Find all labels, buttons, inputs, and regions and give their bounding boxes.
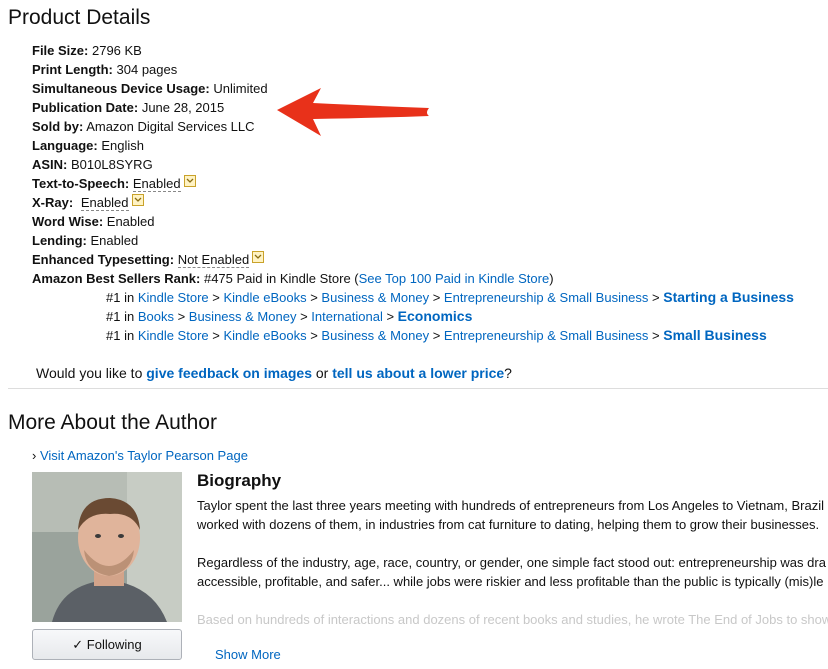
lower-price-link[interactable]: tell us about a lower price [332, 365, 504, 381]
checkmark-icon: ✓ [72, 637, 84, 652]
show-more-link[interactable]: Show More [215, 647, 281, 662]
rank-leaf-link[interactable]: Starting a Business [663, 289, 794, 305]
detail-label: Enhanced Typesetting: [32, 252, 175, 267]
chevron-right-icon: › [32, 448, 37, 463]
feedback-suffix: ? [504, 365, 512, 381]
chevron-down-icon[interactable] [252, 251, 265, 263]
detail-best-sellers-rank: Amazon Best Sellers Rank: #475 Paid in K… [32, 269, 794, 288]
detail-value: English [101, 138, 144, 153]
rank-category-link[interactable]: Business & Money [321, 290, 429, 305]
detail-value: B010L8SYRG [71, 157, 153, 172]
tts-value[interactable]: Enabled [132, 176, 181, 192]
rank-number: #1 [106, 309, 121, 324]
feedback-or: or [315, 365, 329, 381]
biography-heading: Biography [197, 471, 282, 490]
feedback-line: Would you like to give feedback on image… [36, 365, 512, 381]
red-arrow-annotation [277, 88, 429, 136]
rank-category-link[interactable]: Kindle Store [138, 328, 209, 343]
detail-label: File Size: [32, 43, 89, 58]
rank-row: #1 in Books > Business & Money > Interna… [106, 308, 473, 324]
detail-label: Lending: [32, 233, 87, 248]
feedback-prefix: Would you like to [36, 365, 143, 381]
detail-value: Unlimited [213, 81, 268, 96]
detail-lending: Lending: Enabled [32, 231, 794, 250]
detail-enhanced-typesetting: Enhanced Typesetting: Not Enabled [32, 250, 794, 269]
rank-category-link[interactable]: Kindle eBooks [223, 290, 306, 305]
detail-label: X-Ray: [32, 195, 74, 210]
rank-category-link[interactable]: International [311, 309, 383, 324]
rank-number: #1 [106, 328, 121, 343]
detail-print-length: Print Length: 304 pages [32, 60, 794, 79]
following-button[interactable]: ✓ Following [32, 629, 182, 660]
detail-label: Amazon Best Sellers Rank: [32, 271, 201, 286]
visit-author-link[interactable]: Visit Amazon's Taylor Pearson Page [40, 448, 248, 463]
detail-label: Sold by: [32, 119, 84, 134]
rank-category-link[interactable]: Books [138, 309, 174, 324]
biography-text: Taylor spent the last three years meetin… [197, 496, 828, 591]
detail-value: Amazon Digital Services LLC [86, 119, 255, 134]
detail-value: Enabled [90, 233, 139, 248]
detail-label: Language: [32, 138, 98, 153]
rank-row: #1 in Kindle Store > Kindle eBooks > Bus… [106, 289, 794, 305]
rank-number: #1 [106, 290, 121, 305]
detail-label: Print Length: [32, 62, 113, 77]
bio-line: accessible, profitable, and safer... whi… [197, 574, 824, 589]
detail-word-wise: Word Wise: Enabled [32, 212, 794, 231]
author-heading: More About the Author [8, 411, 217, 434]
typesetting-value[interactable]: Not Enabled [177, 252, 250, 268]
detail-label: Simultaneous Device Usage: [32, 81, 210, 96]
rank-row: #1 in Kindle Store > Kindle eBooks > Bus… [106, 327, 767, 343]
section-divider [8, 388, 828, 389]
close-paren: ) [549, 271, 554, 286]
detail-xray: X-Ray: Enabled [32, 193, 794, 212]
rank-category-link[interactable]: Entrepreneurship & Small Business [444, 328, 649, 343]
rank-category-link[interactable]: Business & Money [321, 328, 429, 343]
following-label: Following [86, 637, 142, 652]
rank-category-link[interactable]: Kindle eBooks [223, 328, 306, 343]
detail-asin: ASIN: B010L8SYRG [32, 155, 794, 174]
detail-label: Text-to-Speech: [32, 176, 130, 191]
detail-value: 304 pages [116, 62, 178, 77]
bio-line: worked with dozens of them, in industrie… [197, 517, 820, 532]
product-details-heading: Product Details [8, 6, 151, 29]
rank-category-link[interactable]: Kindle Store [138, 290, 209, 305]
xray-value[interactable]: Enabled [80, 195, 129, 211]
see-top-100-link[interactable]: See Top 100 Paid in Kindle Store [359, 271, 550, 286]
bio-line: Regardless of the industry, age, race, c… [197, 555, 826, 570]
bio-line: Taylor spent the last three years meetin… [197, 498, 824, 513]
bio-line: Based on hundreds of interactions and do… [197, 612, 828, 627]
bio-faded-text: Based on hundreds of interactions and do… [197, 610, 828, 640]
detail-value: Enabled [106, 214, 155, 229]
author-photo[interactable] [32, 472, 182, 622]
detail-label: Word Wise: [32, 214, 104, 229]
detail-label: ASIN: [32, 157, 68, 172]
main-rank-text: #475 Paid in Kindle Store ( [203, 271, 359, 286]
detail-file-size: File Size: 2796 KB [32, 41, 794, 60]
rank-category-link[interactable]: Entrepreneurship & Small Business [444, 290, 649, 305]
detail-text-to-speech: Text-to-Speech: Enabled [32, 174, 794, 193]
chevron-down-icon[interactable] [131, 194, 144, 206]
rank-leaf-link[interactable]: Small Business [663, 327, 767, 343]
visit-author-page: › Visit Amazon's Taylor Pearson Page [32, 448, 248, 463]
detail-value: June 28, 2015 [141, 100, 225, 115]
chevron-down-icon[interactable] [183, 175, 196, 187]
rank-category-link[interactable]: Business & Money [189, 309, 297, 324]
detail-label: Publication Date: [32, 100, 139, 115]
detail-value: 2796 KB [91, 43, 142, 58]
rank-leaf-link[interactable]: Economics [398, 308, 473, 324]
detail-language: Language: English [32, 136, 794, 155]
feedback-images-link[interactable]: give feedback on images [146, 365, 312, 381]
